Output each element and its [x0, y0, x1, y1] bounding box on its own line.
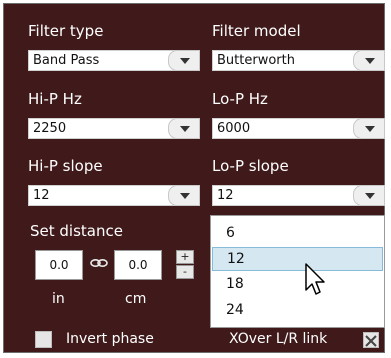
chevron-down-icon — [180, 58, 190, 64]
chain-link-icon[interactable] — [90, 257, 108, 269]
mouse-pointer-icon — [305, 263, 325, 295]
hi-p-hz-dropdown-button[interactable] — [168, 118, 200, 139]
lo-p-slope-label: Lo-P slope — [212, 157, 289, 175]
distance-in-unit: in — [52, 291, 65, 307]
hi-p-slope-value: 12 — [33, 188, 50, 203]
invert-phase-checkbox[interactable] — [35, 331, 52, 348]
lo-p-hz-value: 6000 — [217, 121, 251, 136]
lo-p-hz-combobox[interactable]: 6000 — [212, 118, 385, 139]
hi-p-slope-label: Hi-P slope — [28, 157, 103, 175]
filter-model-combobox[interactable]: Butterworth — [212, 50, 385, 71]
hi-p-slope-combobox[interactable]: 12 — [28, 185, 200, 206]
lo-p-hz-dropdown-button[interactable] — [353, 118, 385, 139]
dropdown-option[interactable]: 18 — [212, 273, 383, 297]
distance-cm-unit: cm — [125, 291, 147, 307]
decrement-button[interactable]: - — [176, 265, 194, 279]
hi-p-hz-combobox[interactable]: 2250 — [28, 118, 200, 139]
filter-type-dropdown-button[interactable] — [168, 50, 200, 71]
filter-model-label: Filter model — [212, 22, 301, 40]
chevron-down-icon — [180, 126, 190, 132]
chevron-down-icon — [365, 193, 375, 199]
chevron-down-icon — [365, 58, 375, 64]
filter-type-combobox[interactable]: Band Pass — [28, 50, 200, 71]
dropdown-option[interactable]: 6 — [212, 222, 383, 246]
lo-p-hz-label: Lo-P Hz — [212, 90, 268, 108]
xover-link-checkbox[interactable] — [363, 332, 379, 348]
chevron-down-icon — [365, 126, 375, 132]
distance-in-input[interactable]: 0.0 — [35, 250, 83, 280]
increment-button[interactable]: + — [176, 250, 194, 264]
lo-p-slope-dropdown-button[interactable] — [353, 185, 385, 206]
invert-phase-label: Invert phase — [66, 331, 154, 347]
dropdown-option-selected[interactable]: 12 — [212, 247, 383, 271]
lo-p-slope-dropdown-list: 6 12 18 24 — [210, 215, 385, 328]
dropdown-option[interactable]: 24 — [212, 299, 383, 323]
lo-p-slope-value: 12 — [217, 188, 234, 203]
filter-model-dropdown-button[interactable] — [353, 50, 385, 71]
chevron-down-icon — [180, 193, 190, 199]
hi-p-hz-label: Hi-P Hz — [28, 90, 82, 108]
filter-type-label: Filter type — [28, 22, 104, 40]
filter-model-value: Butterworth — [217, 53, 295, 68]
set-distance-label: Set distance — [30, 222, 123, 240]
checkmark-x-icon — [365, 335, 377, 347]
filter-type-value: Band Pass — [33, 53, 100, 68]
hi-p-hz-value: 2250 — [33, 121, 67, 136]
xover-link-label: XOver L/R link — [229, 331, 328, 347]
distance-cm-input[interactable]: 0.0 — [114, 250, 162, 280]
hi-p-slope-dropdown-button[interactable] — [168, 185, 200, 206]
lo-p-slope-combobox[interactable]: 12 — [212, 185, 385, 206]
distance-stepper[interactable]: + - — [176, 250, 194, 280]
